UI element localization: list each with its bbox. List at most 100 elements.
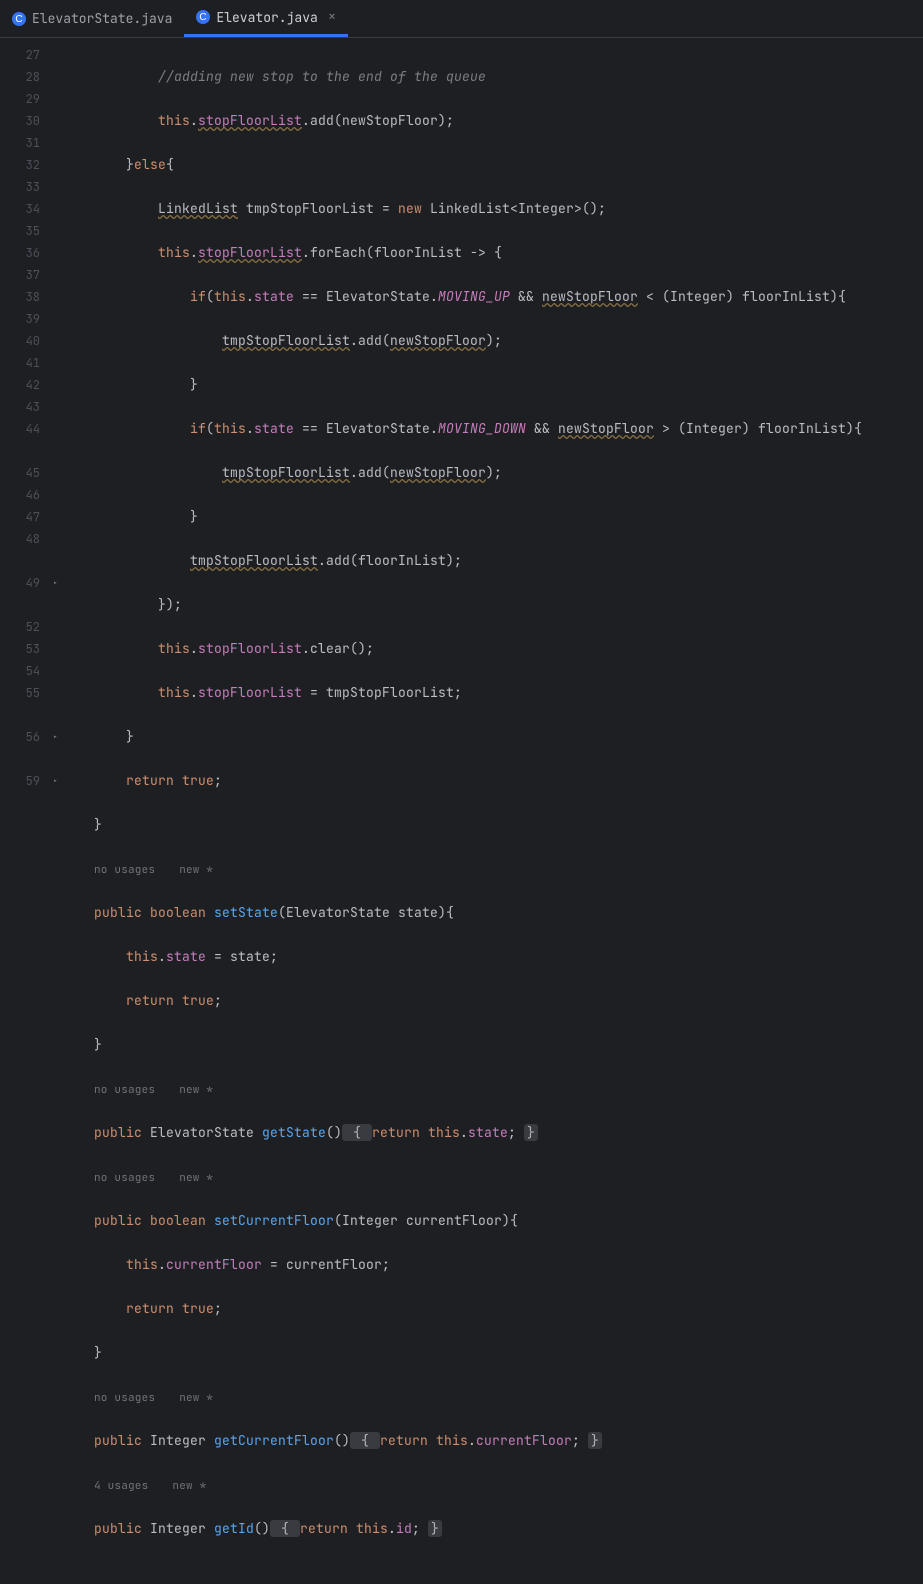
line-num[interactable]: 48 [0, 528, 62, 550]
code-text: ); [486, 332, 502, 349]
line-num[interactable]: 37 [0, 264, 62, 286]
code-text: .forEach(floorInList -> { [302, 244, 502, 261]
line-num[interactable]: 34 [0, 198, 62, 220]
code-text: = state; [206, 948, 278, 965]
dot: . [190, 640, 198, 657]
line-num[interactable]: 59▸ [0, 770, 62, 792]
line-num[interactable]: 46 [0, 484, 62, 506]
line-num[interactable]: 52 [0, 616, 62, 638]
line-num[interactable]: 35 [0, 220, 62, 242]
param-ref: newStopFloor [542, 288, 638, 305]
line-num[interactable]: 43 [0, 396, 62, 418]
usage-hint[interactable]: no usages [94, 1171, 155, 1185]
line-num[interactable]: 27 [0, 44, 62, 66]
kw-this: this [126, 948, 158, 965]
line-num[interactable]: 55 [0, 682, 62, 704]
kw-if: if [190, 420, 206, 437]
vcs-hint[interactable]: new * [172, 1479, 206, 1493]
line-num[interactable]: 29 [0, 88, 62, 110]
semi: ; [214, 992, 222, 1009]
code-text: < (Integer) floorInList){ [638, 288, 846, 305]
var-ref: tmpStopFloorList [190, 552, 318, 569]
line-num[interactable]: 49▸ [0, 572, 62, 594]
kw-public: public [94, 1520, 150, 1537]
parens: () [254, 1520, 270, 1537]
line-num[interactable]: 53 [0, 638, 62, 660]
field-ref: stopFloorList [198, 112, 302, 129]
line-num [0, 440, 62, 462]
line-num[interactable]: 54 [0, 660, 62, 682]
field-ref: state [166, 948, 206, 965]
line-number-gutter[interactable]: 27 28 29 30 31 32 33 34 35 36 37 38 39 4… [0, 38, 62, 795]
vcs-hint[interactable]: new * [179, 863, 213, 877]
line-num[interactable]: 30 [0, 110, 62, 132]
folded-region[interactable]: } [428, 1520, 442, 1537]
param-ref: newStopFloor [390, 464, 486, 481]
tab-elevator-state[interactable]: C ElevatorState.java [0, 0, 184, 37]
line-num[interactable]: 36 [0, 242, 62, 264]
field-ref: state [254, 420, 294, 437]
kw-public: public [94, 904, 150, 921]
folded-region[interactable]: { [270, 1520, 300, 1537]
vcs-hint[interactable]: new * [179, 1391, 213, 1405]
code-text: ); [486, 464, 502, 481]
svg-text:C: C [200, 12, 207, 23]
line-num[interactable]: 40 [0, 330, 62, 352]
method-name: getId [214, 1520, 254, 1537]
vcs-hint[interactable]: new * [179, 1171, 213, 1185]
kw-return: return [372, 1124, 428, 1141]
type-ref: LinkedList [158, 200, 238, 217]
dot: . [388, 1520, 396, 1537]
fold-icon[interactable]: ▸ [53, 572, 58, 594]
line-num[interactable]: 38 [0, 286, 62, 308]
kw-new: new [398, 200, 422, 217]
line-num[interactable]: 39 [0, 308, 62, 330]
code-text: = tmpStopFloorList; [302, 684, 462, 701]
line-num[interactable]: 32 [0, 154, 62, 176]
editor-area: 27 28 29 30 31 32 33 34 35 36 37 38 39 4… [0, 38, 923, 795]
code-content[interactable]: //adding new stop to the end of the queu… [62, 38, 923, 795]
kw-else: else [134, 156, 166, 173]
line-num[interactable]: 28 [0, 66, 62, 88]
method-name: setCurrentFloor [214, 1212, 334, 1229]
kw-this: this [436, 1432, 468, 1449]
line-num[interactable]: 33 [0, 176, 62, 198]
usage-hint[interactable]: 4 usages [94, 1479, 148, 1493]
kw-return: return [126, 992, 182, 1009]
usage-hint[interactable]: no usages [94, 1083, 155, 1097]
tab-elevator[interactable]: C Elevator.java × [184, 0, 348, 37]
line-num [0, 550, 62, 572]
field-ref: currentFloor [166, 1256, 262, 1273]
enum-const: MOVING_DOWN [438, 420, 526, 437]
line-num[interactable]: 45 [0, 462, 62, 484]
folded-region[interactable]: { [350, 1432, 380, 1449]
line-num[interactable]: 41 [0, 352, 62, 374]
folded-region[interactable]: } [588, 1432, 602, 1449]
brace: } [94, 816, 102, 833]
semi: ; [412, 1520, 428, 1537]
paren: ( [206, 288, 214, 305]
usage-hint[interactable]: no usages [94, 863, 155, 877]
dot: . [246, 288, 254, 305]
code-text: > (Integer) floorInList){ [654, 420, 862, 437]
folded-region[interactable]: } [524, 1124, 538, 1141]
param-ref: newStopFloor [558, 420, 654, 437]
dot: . [158, 1256, 166, 1273]
fold-icon[interactable]: ▸ [53, 726, 58, 748]
line-num[interactable]: 47 [0, 506, 62, 528]
close-icon[interactable]: × [328, 8, 336, 26]
editor-tabs: C ElevatorState.java C Elevator.java × [0, 0, 923, 38]
line-num[interactable]: 31 [0, 132, 62, 154]
fold-icon[interactable]: ▸ [53, 770, 58, 792]
field-ref: stopFloorList [198, 684, 302, 701]
type-ref: Integer [150, 1520, 214, 1537]
code-text: (ElevatorState state){ [278, 904, 454, 921]
vcs-hint[interactable]: new * [179, 1083, 213, 1097]
line-num[interactable]: 56▸ [0, 726, 62, 748]
line-num[interactable]: 42 [0, 374, 62, 396]
usage-hint[interactable]: no usages [94, 1391, 155, 1405]
line-num[interactable]: 44 [0, 418, 62, 440]
folded-region[interactable]: { [342, 1124, 372, 1141]
kw-this: this [214, 288, 246, 305]
kw-this: this [356, 1520, 388, 1537]
